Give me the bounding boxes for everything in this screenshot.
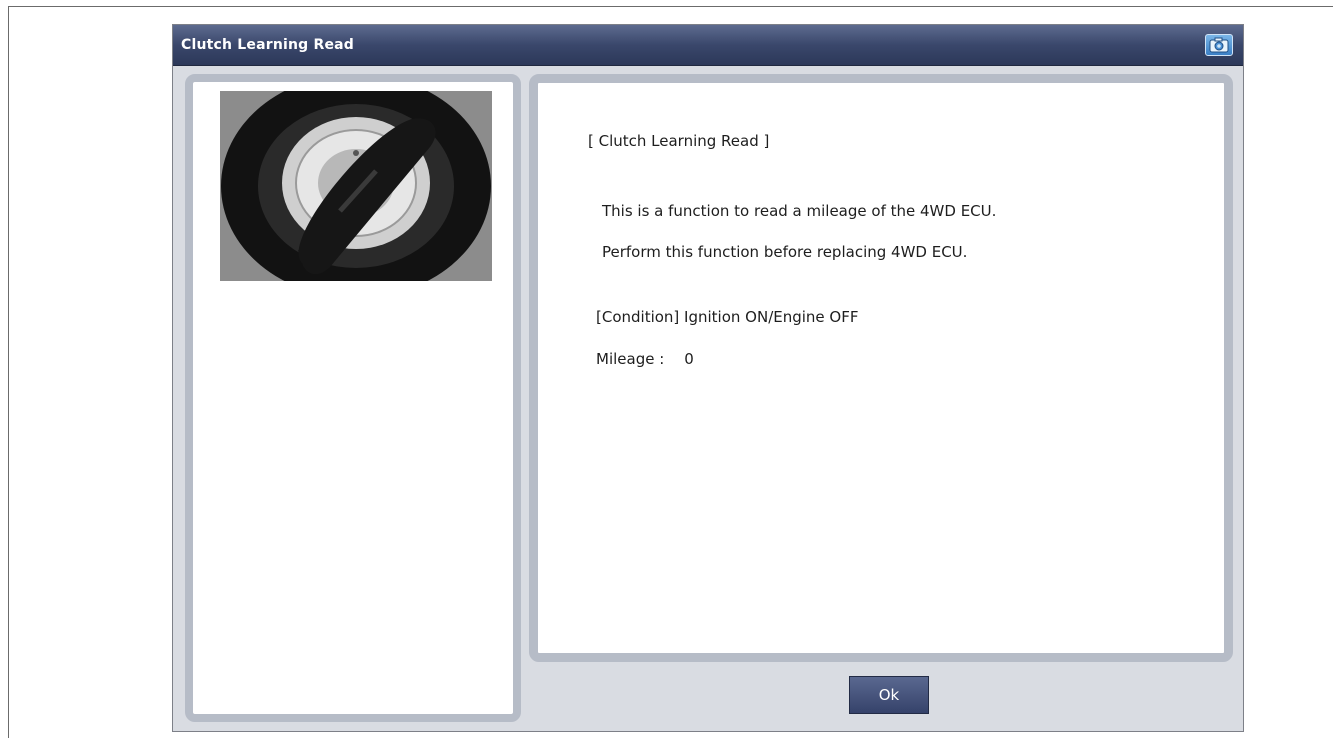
page: Clutch Learning Read [Clutch Learning R… — [0, 0, 1333, 738]
dialog-window: Clutch Learning Read [Clutch Learning R… — [172, 24, 1244, 732]
mileage-label: Mileage : — [596, 350, 665, 368]
screenshot-button[interactable] — [1205, 34, 1233, 56]
description-line-1: This is a function to read a mileage of … — [602, 202, 997, 220]
mileage-row: Mileage : 0 — [596, 350, 694, 368]
ignition-switch-photo — [220, 91, 492, 281]
mileage-value: 0 — [684, 350, 694, 368]
page-top-border — [8, 6, 1333, 7]
condition-text: [Condition] Ignition ON/Engine OFF — [596, 308, 859, 326]
camera-icon — [1209, 37, 1229, 53]
page-left-border — [8, 6, 9, 738]
ignition-switch-image — [220, 91, 492, 281]
ok-button[interactable]: Ok — [849, 676, 929, 714]
section-heading: [ Clutch Learning Read ] — [588, 132, 770, 150]
description-line-2: Perform this function before replacing 4… — [602, 243, 968, 261]
window-title: Clutch Learning Read — [181, 37, 355, 53]
info-panel: [ Clutch Learning Read ] This is a funct… — [529, 74, 1233, 662]
image-panel — [185, 74, 521, 722]
title-bar: Clutch Learning Read — [173, 25, 1243, 66]
